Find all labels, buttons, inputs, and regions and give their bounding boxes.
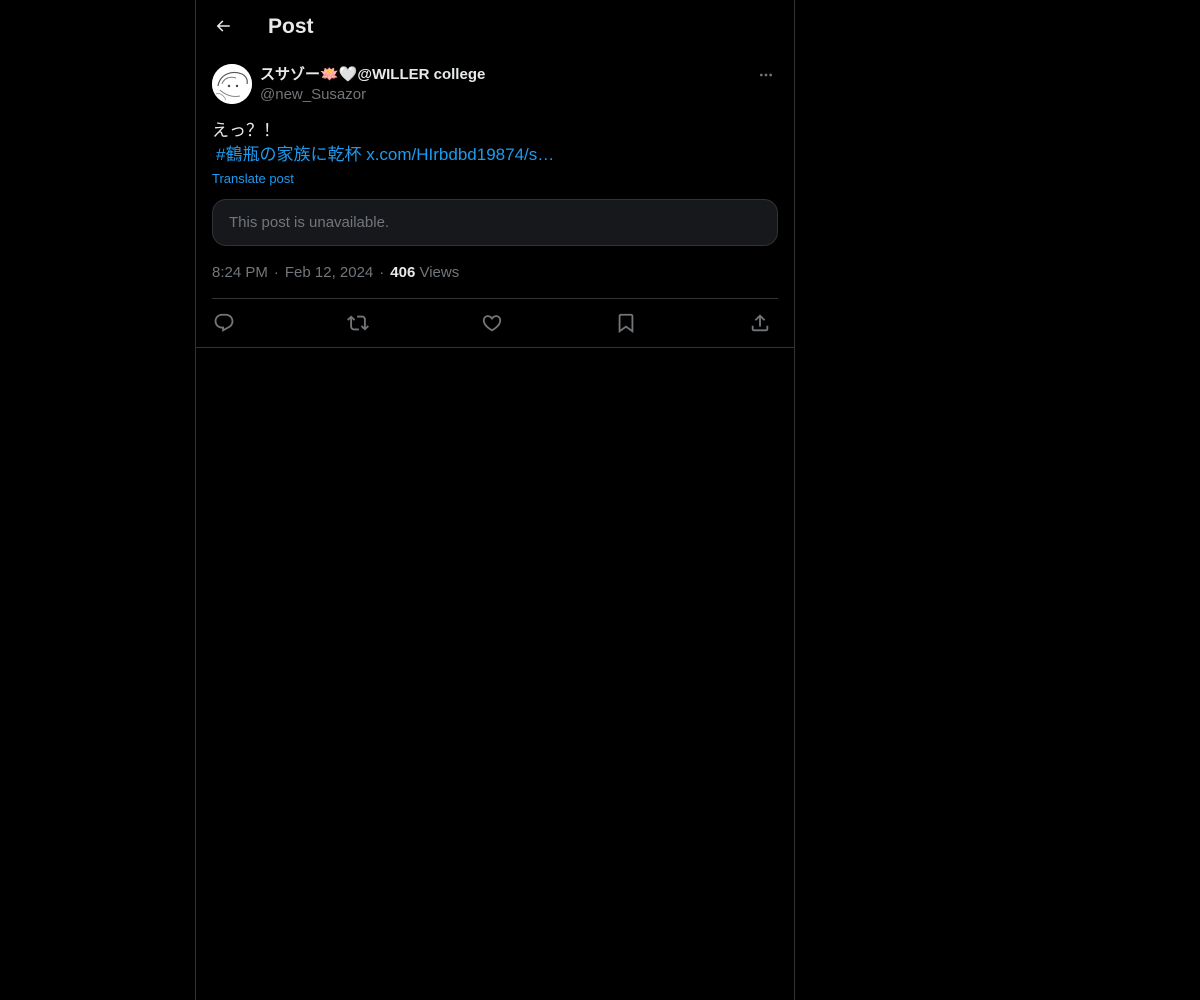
- back-button[interactable]: [208, 11, 238, 41]
- avatar[interactable]: [212, 64, 252, 104]
- quote-unavailable-text: This post is unavailable.: [229, 214, 390, 231]
- page-title: Post: [268, 15, 314, 38]
- post-meta: 8:24 PM · Feb 12, 2024 · 406 Views: [212, 263, 459, 283]
- avatar-drawing: [212, 64, 252, 104]
- reply-icon: [214, 313, 234, 332]
- like-button[interactable]: [480, 311, 504, 335]
- post-links: #鶴瓶の家族に乾杯 x.com/HIrbdbd19874/s…: [212, 143, 778, 167]
- meta-separator: ·: [379, 264, 385, 281]
- quoted-post-card: This post is unavailable.: [212, 199, 778, 246]
- main-column: Post スサゾー🪷🤍@WILLER college @new_Susazor: [195, 0, 795, 1000]
- post-text: えっ？！: [212, 121, 280, 140]
- repost-icon: [347, 315, 369, 331]
- post-time[interactable]: 8:24 PM: [212, 264, 268, 281]
- hashtag-link[interactable]: #鶴瓶の家族に乾杯: [216, 145, 361, 164]
- share-button[interactable]: [748, 311, 772, 335]
- heart-icon: [482, 315, 502, 332]
- more-options-button[interactable]: [754, 64, 778, 86]
- page-header: Post: [196, 0, 794, 53]
- post-author: スサゾー🪷🤍@WILLER college @new_Susazor: [212, 64, 778, 108]
- arrow-left-icon: [216, 20, 230, 32]
- meta-separator: ·: [273, 264, 279, 281]
- more-horizontal-icon: [760, 73, 772, 77]
- share-icon: [751, 314, 769, 332]
- translate-post-link[interactable]: Translate post: [212, 170, 294, 188]
- post-body: えっ？！ #鶴瓶の家族に乾杯 x.com/HIrbdbd19874/s…: [212, 119, 778, 167]
- author-handle[interactable]: @new_Susazor: [260, 85, 366, 105]
- views-count: 406: [390, 264, 416, 281]
- url-link[interactable]: x.com/HIrbdbd19874/s…: [366, 145, 554, 164]
- reply-button[interactable]: [212, 311, 236, 335]
- views-label: Views: [419, 264, 460, 281]
- bookmark-icon: [618, 313, 634, 334]
- bookmark-button[interactable]: [614, 311, 638, 335]
- repost-button[interactable]: [346, 311, 370, 335]
- divider: [196, 347, 794, 348]
- post-date[interactable]: Feb 12, 2024: [285, 264, 373, 281]
- action-bar: [212, 299, 778, 347]
- author-display-name[interactable]: スサゾー🪷🤍@WILLER college: [260, 65, 485, 85]
